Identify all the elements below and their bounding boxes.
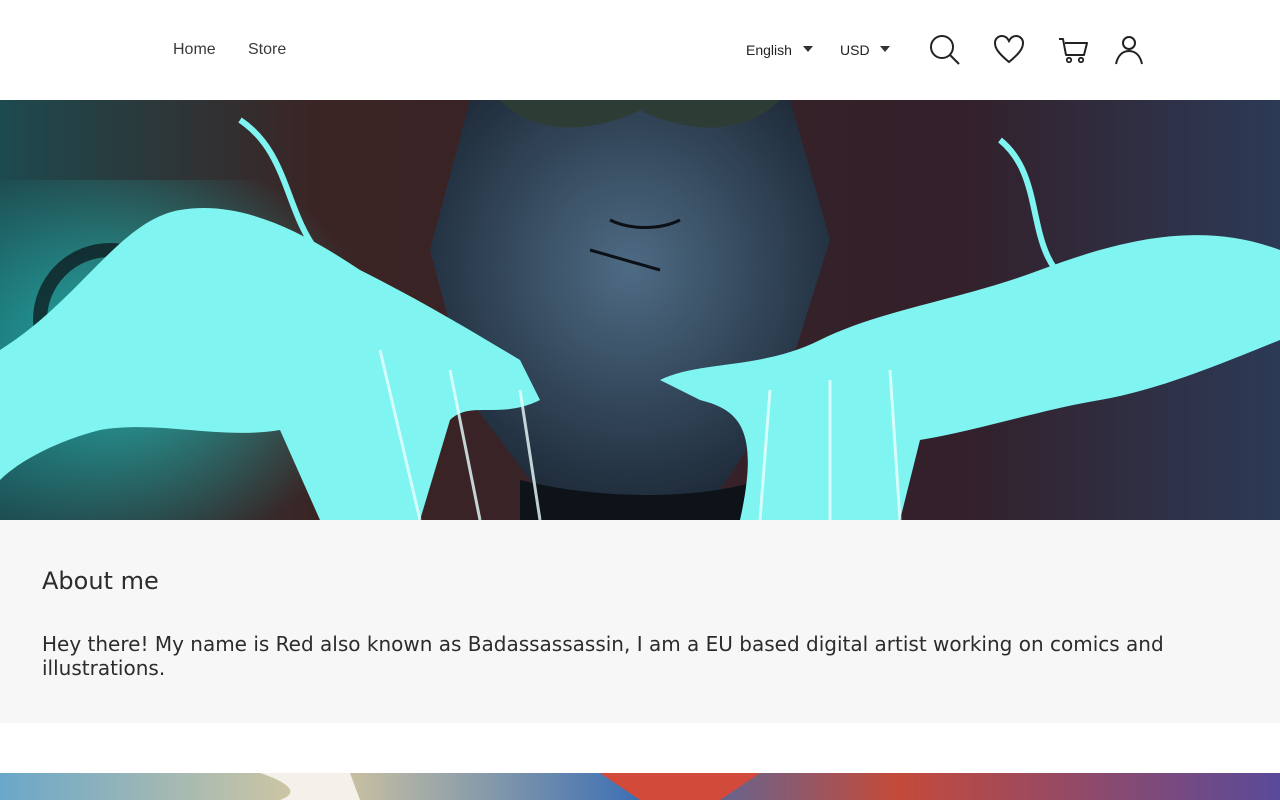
about-title: About me <box>42 567 159 595</box>
hero-banner <box>0 100 1280 520</box>
search-icon[interactable] <box>928 33 962 67</box>
gallery-preview-strip <box>0 773 1280 800</box>
nav-home-link[interactable]: Home <box>173 40 216 60</box>
hero-illustration <box>0 100 1280 520</box>
cart-icon[interactable] <box>1056 33 1090 67</box>
chevron-down-icon <box>803 46 813 52</box>
heart-icon[interactable] <box>992 33 1026 67</box>
user-icon[interactable] <box>1112 33 1146 67</box>
currency-label: USD <box>840 42 870 58</box>
nav-store-link[interactable]: Store <box>248 40 286 60</box>
about-text: Hey there! My name is Red also known as … <box>42 632 1164 680</box>
chevron-down-icon <box>880 46 890 52</box>
about-section: About me Hey there! My name is Red also … <box>0 520 1280 723</box>
language-label: English <box>746 42 792 58</box>
gallery-preview-image <box>0 773 1280 800</box>
site-header: Home Store English USD <box>0 0 1280 100</box>
